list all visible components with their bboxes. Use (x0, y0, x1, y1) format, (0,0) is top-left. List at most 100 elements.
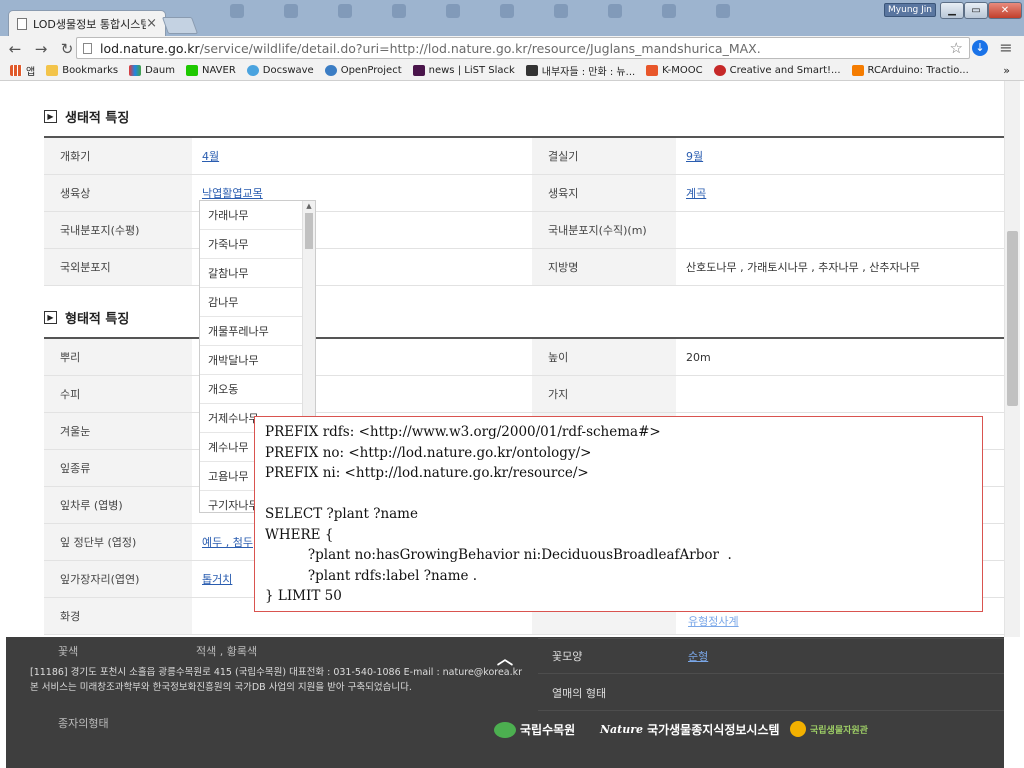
table-row: 생육상 낙엽활엽교목 생육지 계곡 (44, 175, 1004, 212)
list-item[interactable]: 갈참나무 (200, 259, 303, 288)
field-label: 국내분포지(수직)(m) (532, 212, 676, 248)
bookmark-item[interactable]: Bookmarks (46, 65, 118, 76)
national-biological-resources-logo[interactable]: 국립생물자원관 (790, 721, 868, 737)
bookmark-item[interactable]: 내부자들 : 만화 : 뉴... (525, 63, 635, 78)
ecology-section-title: ▶ 생태적 특징 (44, 107, 129, 126)
browser-tab[interactable]: LOD생물정보 통합시스템 × (8, 10, 166, 36)
menu-icon[interactable]: ≡ (998, 40, 1014, 56)
bookmark-item[interactable]: Daum (129, 65, 175, 76)
close-icon[interactable]: × (146, 16, 157, 31)
field-label: 잎가장자리(엽연) (44, 561, 192, 597)
kmooc-icon (646, 65, 659, 76)
footer-row: 열매의 형태 (538, 674, 1004, 711)
dropdown-scroll-thumb[interactable] (305, 213, 313, 249)
field-link[interactable]: 낙엽활엽교목 (202, 185, 263, 201)
field-link[interactable]: 9월 (686, 148, 703, 164)
table-row: 국내분포지(수평) 국내분포지(수직)(m) (44, 212, 1004, 249)
browser-tabstrip: LOD생물정보 통합시스템 × Myung Jin ▁ ▭ ✕ (0, 0, 1024, 36)
address-bar[interactable]: lod.nature.go.kr/service/wildlife/detail… (76, 37, 970, 59)
list-item[interactable]: 가래나무 (200, 201, 303, 230)
close-window-button[interactable]: ✕ (988, 2, 1022, 19)
query-line: PREFIX no: <http://lod.nature.go.kr/onto… (265, 444, 592, 461)
field-label: 국내분포지(수평) (44, 212, 192, 248)
url-text[interactable]: lod.nature.go.kr/service/wildlife/detail… (100, 41, 950, 56)
field-label: 생육지 (532, 175, 676, 211)
slack-icon (412, 65, 425, 76)
naver-icon (186, 65, 198, 76)
list-item[interactable]: 개오동 (200, 375, 303, 404)
field-link[interactable]: 예두 , 첨두 (202, 534, 253, 550)
list-item[interactable]: 개물푸레나무 (200, 317, 303, 346)
field-label: 꽃색 (58, 645, 79, 658)
scroll-top-chevron-icon[interactable]: ︿ (496, 645, 514, 668)
field-link[interactable]: 계곡 (686, 185, 706, 201)
scroll-up-icon[interactable]: ▲ (303, 201, 315, 211)
field-label: 가지 (532, 376, 676, 412)
field-link[interactable]: 4월 (202, 148, 219, 164)
maximize-button[interactable]: ▭ (964, 2, 988, 19)
list-item[interactable]: 개박달나무 (200, 346, 303, 375)
field-label: 결실기 (532, 138, 676, 174)
field-value: 적색 , 황록색 (196, 645, 258, 658)
footer-address: [11186] 경기도 포천시 소흘읍 광릉수목원로 415 (국립수목원) 대… (30, 667, 523, 693)
query-line: PREFIX ni: <http://lod.nature.go.kr/reso… (265, 465, 589, 481)
query-line (265, 484, 972, 505)
sparql-query-box: PREFIX rdfs: <http://www.w3.org/2000/01/… (254, 416, 983, 612)
folder-icon (46, 65, 59, 76)
bookmark-item[interactable]: Docswave (246, 65, 314, 76)
play-box-icon: ▶ (44, 110, 57, 123)
bookmark-item[interactable]: OpenProject (324, 65, 402, 76)
bookmark-item[interactable]: K-MOOC (646, 65, 703, 76)
browser-toolbar: ← → ↻ lod.nature.go.kr/service/wildlife/… (0, 36, 1024, 61)
field-label: 국외분포지 (44, 249, 192, 285)
reload-icon[interactable]: ↻ (56, 38, 78, 60)
bookmark-star-icon[interactable]: ☆ (950, 39, 963, 57)
field-label: 생육상 (44, 175, 192, 211)
forward-icon[interactable]: → (30, 38, 52, 60)
table-row: 국외분포지 지방명 산호도나무 , 가래토시나무 , 추자나무 , 산추자나무 (44, 249, 1004, 286)
korea-national-arboretum-logo[interactable]: 국립수목원 (494, 721, 575, 738)
field-label: 겨울눈 (44, 413, 192, 449)
bookmark-apps[interactable]: 앱 (10, 63, 35, 78)
bookmark-item[interactable]: Creative and Smart!... (713, 65, 841, 76)
field-label: 화경 (44, 598, 192, 634)
field-link[interactable]: 톱거치 (202, 571, 232, 587)
daum-icon (129, 65, 142, 76)
query-line: ?plant no:hasGrowingBehavior ni:Deciduou… (265, 547, 732, 563)
new-tab-button[interactable] (161, 17, 199, 34)
page-scroll-thumb[interactable] (1007, 231, 1018, 406)
minimize-button[interactable]: ▁ (940, 2, 964, 19)
nature-species-system-logo[interactable]: Nature 국가생물종지식정보시스템 (600, 721, 780, 738)
bookmark-item[interactable]: news | LiST Slack (412, 65, 515, 76)
play-box-icon: ▶ (44, 311, 57, 324)
query-line: WHERE { (265, 526, 334, 543)
field-label: 잎종류 (44, 450, 192, 486)
site-footer: 꽃색 적색 , 황록색 ︿ 유형정사계 꽃모양 순형 열매의 형태 [11186… (6, 615, 1004, 768)
page-scrollbar[interactable] (1004, 81, 1020, 637)
openproject-icon (324, 65, 337, 76)
rcarduino-icon (851, 65, 864, 76)
field-label: 잎 정단부 (엽정) (44, 524, 192, 560)
field-label: 잎차루 (엽병) (44, 487, 192, 523)
user-badge[interactable]: Myung Jin (884, 3, 936, 17)
back-icon[interactable]: ← (4, 38, 26, 60)
field-value (676, 376, 1004, 412)
table-row: 수피 가지 (44, 376, 1004, 413)
morphology-section-title: ▶ 형태적 특징 (44, 308, 129, 327)
bookmark-item[interactable]: RCArduino: Tractio... (851, 65, 969, 76)
field-label: 뿌리 (44, 339, 192, 375)
footer-row: 꽃모양 순형 (538, 637, 1004, 674)
bookmark-item[interactable]: NAVER (186, 65, 236, 76)
field-value: 산호도나무 , 가래토시나무 , 추자나무 , 산추자나무 (686, 261, 920, 274)
field-label: 종자의형태 (58, 717, 109, 730)
bookmarks-more-button[interactable]: » (1003, 64, 1010, 77)
download-extension-icon[interactable]: ↓ (972, 40, 988, 56)
webtoon-icon (525, 65, 538, 76)
field-label: 수피 (44, 376, 192, 412)
list-item[interactable]: 감나무 (200, 288, 303, 317)
list-item[interactable]: 가죽나무 (200, 230, 303, 259)
field-label: 개화기 (44, 138, 192, 174)
bio-resources-icon (790, 721, 806, 737)
creative-icon (713, 65, 726, 76)
page-icon (83, 42, 92, 54)
